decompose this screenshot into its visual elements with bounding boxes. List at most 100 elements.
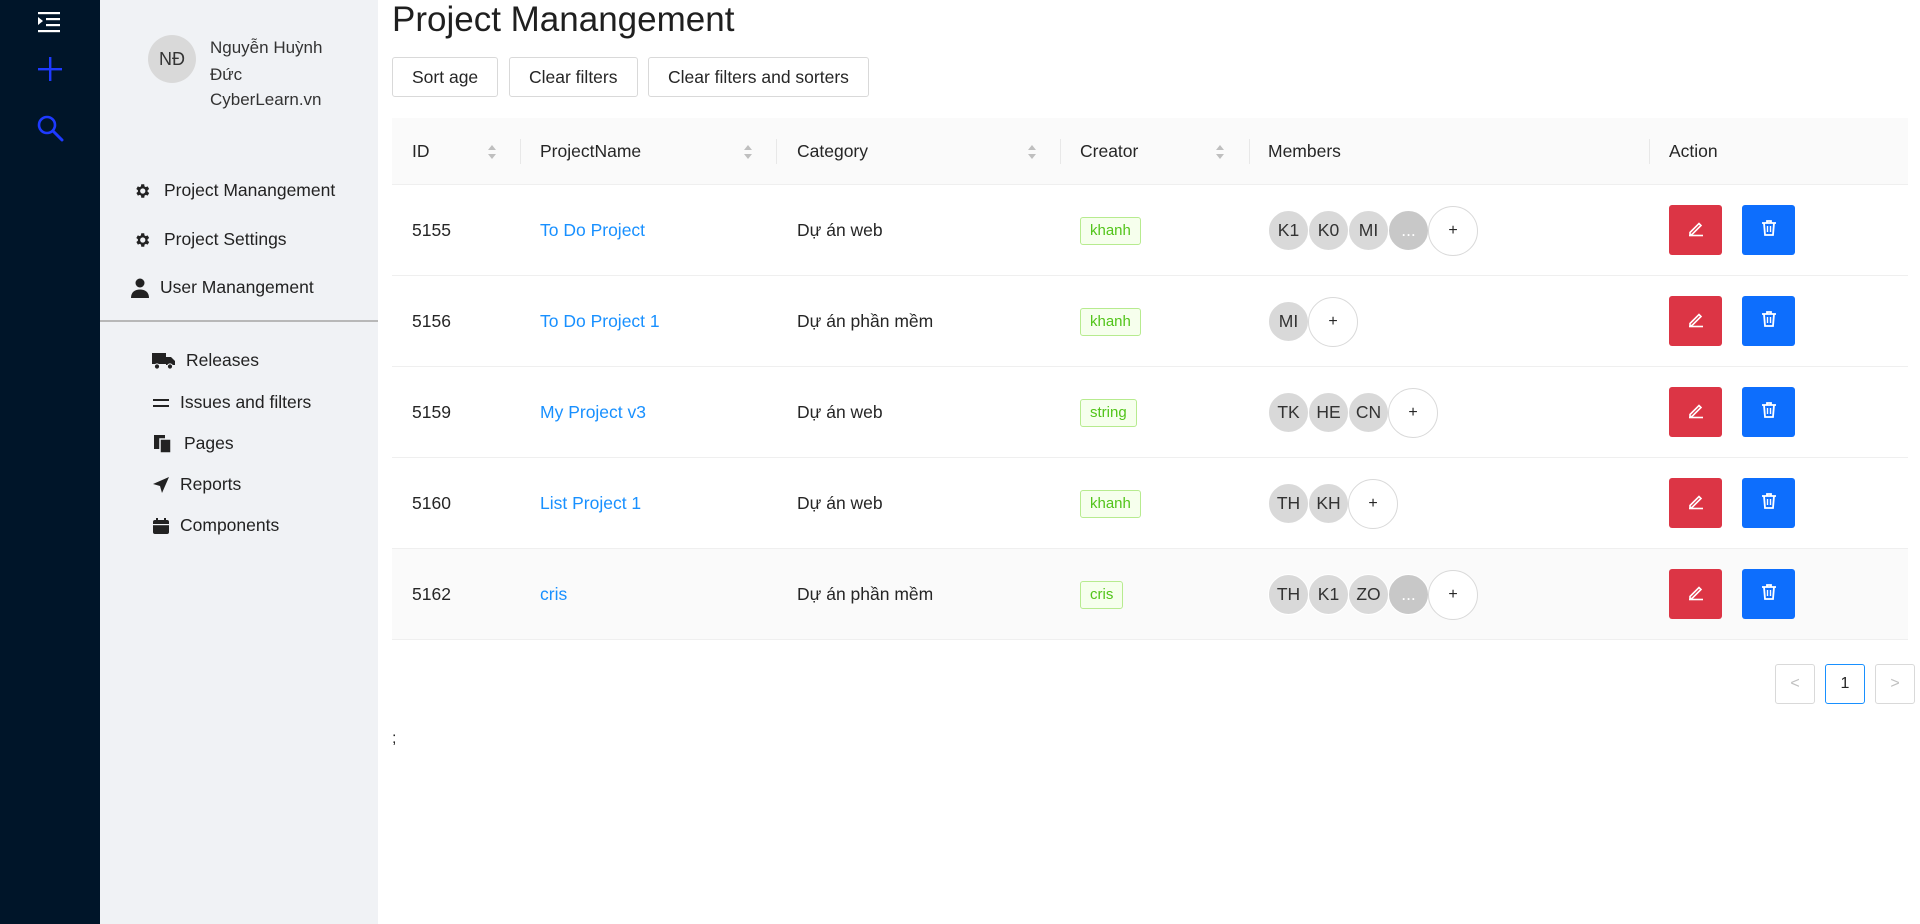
sort-age-button[interactable]: Sort age (392, 57, 499, 97)
column-divider (1649, 139, 1650, 164)
cell-members: K1 K0 MI... + (1268, 185, 1478, 276)
project-name-link[interactable]: To Do Project (540, 220, 645, 241)
edit-button[interactable] (1669, 478, 1722, 528)
member-avatar[interactable]: MI (1268, 301, 1309, 342)
cell-id: 5162 (412, 584, 451, 604)
project-name-link[interactable]: My Project v3 (540, 402, 646, 423)
project-name-link[interactable]: cris (540, 584, 567, 605)
cell-category: Dự án phần mềm (797, 311, 934, 331)
cell-category: Dự án phần mềm (797, 584, 934, 604)
add-member-button[interactable]: + (1428, 569, 1478, 620)
cell-members: MI + (1268, 276, 1358, 367)
column-header-action: Action (1669, 141, 1718, 161)
member-avatar[interactable]: KH (1308, 483, 1349, 524)
member-avatar[interactable]: TH (1268, 574, 1309, 615)
edit-button[interactable] (1669, 387, 1722, 437)
icon-rail (0, 0, 100, 924)
sort-caret-icon[interactable] (742, 143, 754, 161)
delete-button[interactable] (1742, 569, 1795, 619)
sidebar-item-label: Project Manangement (164, 180, 336, 200)
member-group: K1 K0 MI... + (1268, 205, 1478, 256)
member-avatar[interactable]: K1 (1308, 574, 1349, 615)
sort-caret-icon[interactable] (1026, 143, 1038, 161)
add-member-button[interactable]: + (1348, 478, 1398, 529)
table-row[interactable]: 5160 List Project 1 Dự án web khanh TH KH + (392, 458, 1908, 549)
cell-project-name: To Do Project (540, 185, 645, 276)
delete-button[interactable] (1742, 478, 1795, 528)
menu-indent-icon[interactable] (35, 7, 65, 37)
sidebar-item-label: Issues and filters (180, 392, 312, 412)
trash-icon (1759, 400, 1779, 425)
cell-members: TH K1 ZO... + (1268, 549, 1478, 640)
sidebar-item-issues[interactable]: Issues and filters (152, 392, 311, 413)
plus-icon[interactable] (35, 54, 65, 84)
member-avatar[interactable]: TK (1268, 392, 1309, 433)
column-divider (1060, 139, 1061, 164)
column-header-creator[interactable]: Creator (1080, 118, 1138, 185)
sidebar-item-label: Components (180, 515, 280, 535)
cell-creator: khanh (1080, 276, 1141, 367)
cell-project-name: cris (540, 549, 567, 640)
edit-button[interactable] (1669, 296, 1722, 346)
member-group: TH KH + (1268, 478, 1398, 529)
sidebar-item-reports[interactable]: Reports (152, 474, 241, 495)
sidebar-item-user-management[interactable]: User Manangement (130, 277, 314, 298)
sidebar-item-pages[interactable]: Pages (152, 433, 234, 454)
delete-button[interactable] (1742, 296, 1795, 346)
member-avatar[interactable]: K1 (1268, 210, 1309, 251)
chevron-left-icon: < (1790, 675, 1800, 692)
column-divider (520, 139, 521, 164)
sort-caret-icon[interactable] (486, 143, 498, 161)
add-member-button[interactable]: + (1308, 296, 1358, 347)
sidebar-item-releases[interactable]: Releases (152, 350, 259, 371)
column-header-category[interactable]: Category (797, 118, 868, 185)
clear-filters-button[interactable]: Clear filters (509, 57, 638, 97)
pagination-prev-button[interactable]: < (1775, 664, 1815, 704)
sidebar-item-components[interactable]: Components (152, 515, 279, 536)
project-name-link[interactable]: List Project 1 (540, 493, 641, 514)
column-divider (1249, 139, 1250, 164)
cell-category: Dự án web (797, 402, 883, 422)
table-body: 5155 To Do Project Dự án web khanh K1 K0 MI...… (392, 185, 1908, 640)
more-members-avatar[interactable]: ... (1388, 210, 1429, 251)
member-avatar[interactable]: MI (1348, 210, 1389, 251)
edit-icon (1686, 400, 1706, 425)
more-members-avatar[interactable]: ... (1388, 574, 1429, 615)
member-avatar[interactable]: HE (1308, 392, 1349, 433)
sort-caret-icon[interactable] (1214, 143, 1226, 161)
table-row[interactable]: 5156 To Do Project 1 Dự án phần mềm khanh MI… (392, 276, 1908, 367)
clear-filters-sorters-button[interactable]: Clear filters and sorters (648, 57, 869, 97)
avatar[interactable]: NĐ (148, 35, 196, 83)
member-avatar[interactable]: TH (1268, 483, 1309, 524)
table-row[interactable]: 5162 cris Dự án phần mềm cris TH K1 ZO... + (392, 549, 1908, 640)
cell-creator: khanh (1080, 185, 1141, 276)
member-avatar[interactable]: K0 (1308, 210, 1349, 251)
pagination-next-button[interactable]: > (1875, 664, 1915, 704)
table-row[interactable]: 5155 To Do Project Dự án web khanh K1 K0 MI...… (392, 185, 1908, 276)
cell-project-name: List Project 1 (540, 458, 641, 549)
table-row[interactable]: 5159 My Project v3 Dự án web string TK HE CN + (392, 367, 1908, 458)
search-icon[interactable] (35, 113, 65, 143)
delete-button[interactable] (1742, 387, 1795, 437)
edit-icon (1686, 582, 1706, 607)
member-avatar[interactable]: ZO (1348, 574, 1389, 615)
edit-button[interactable] (1669, 205, 1722, 255)
delete-button[interactable] (1742, 205, 1795, 255)
edit-icon (1686, 218, 1706, 243)
project-name-link[interactable]: To Do Project 1 (540, 311, 660, 332)
sidebar-item-label: Pages (184, 433, 234, 453)
sidebar-item-project-management[interactable]: Project Manangement (132, 180, 335, 201)
edit-icon (1686, 491, 1706, 516)
sidebar-item-project-settings[interactable]: Project Settings (132, 229, 287, 250)
pagination-page-1[interactable]: 1 (1825, 664, 1865, 704)
add-member-button[interactable]: + (1388, 387, 1438, 438)
add-member-button[interactable]: + (1428, 205, 1478, 256)
member-avatar[interactable]: CN (1348, 392, 1389, 433)
sidebar-item-label: Project Settings (164, 229, 287, 249)
column-header-project-name[interactable]: ProjectName (540, 118, 641, 185)
edit-button[interactable] (1669, 569, 1722, 619)
column-header-id[interactable]: ID (412, 118, 430, 185)
cell-id: 5155 (412, 220, 451, 240)
creator-tag: khanh (1080, 216, 1141, 245)
column-divider (776, 139, 777, 164)
